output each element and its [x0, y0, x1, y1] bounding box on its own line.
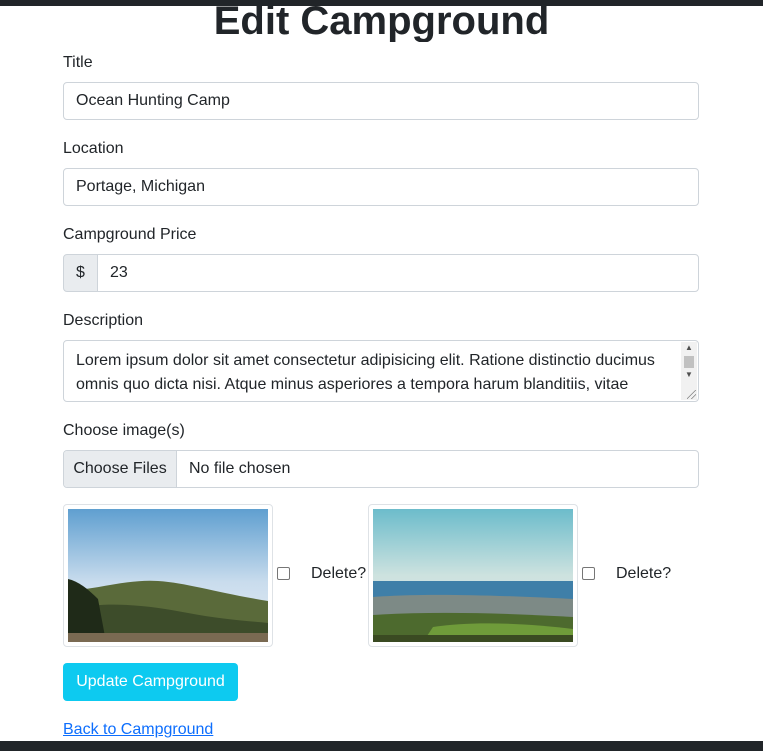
scroll-up-icon[interactable]: ▲: [681, 342, 697, 354]
scroll-down-icon[interactable]: ▼: [681, 369, 697, 381]
description-label: Description: [63, 312, 144, 329]
bottom-bar: [0, 741, 763, 751]
scroll-thumb[interactable]: [684, 356, 694, 368]
location-input[interactable]: Portage, Michigan: [63, 168, 699, 206]
campground-image-1: [63, 504, 273, 647]
price-label: Campground Price: [63, 226, 197, 243]
price-input-group: $ 23: [63, 254, 699, 292]
file-input[interactable]: Choose Files No file chosen: [63, 450, 699, 488]
images-label: Choose image(s): [63, 422, 185, 439]
delete-image-2-checkbox[interactable]: [582, 567, 595, 580]
description-textarea[interactable]: Lorem ipsum dolor sit amet consectetur a…: [63, 340, 699, 402]
delete-image-1-checkbox[interactable]: [277, 567, 290, 580]
delete-image-1-label: Delete?: [311, 565, 367, 582]
title-input[interactable]: Ocean Hunting Camp: [63, 82, 699, 120]
resize-grip-icon[interactable]: [687, 390, 696, 399]
campground-image-2: [368, 504, 578, 647]
coastal-town-photo: [373, 509, 573, 642]
title-label: Title: [63, 54, 93, 71]
choose-files-button[interactable]: Choose Files: [64, 451, 177, 487]
description-text: Lorem ipsum dolor sit amet consectetur a…: [76, 352, 655, 393]
page-title: Edit Campground: [213, 0, 550, 42]
hillside-photo: [68, 509, 268, 642]
delete-image-2-label: Delete?: [616, 565, 672, 582]
price-input[interactable]: 23: [97, 254, 699, 292]
back-to-campground-link[interactable]: Back to Campground: [63, 720, 213, 740]
file-status: No file chosen: [189, 460, 291, 477]
currency-addon: $: [63, 254, 98, 292]
location-label: Location: [63, 140, 124, 157]
update-campground-button[interactable]: Update Campground: [63, 663, 238, 701]
